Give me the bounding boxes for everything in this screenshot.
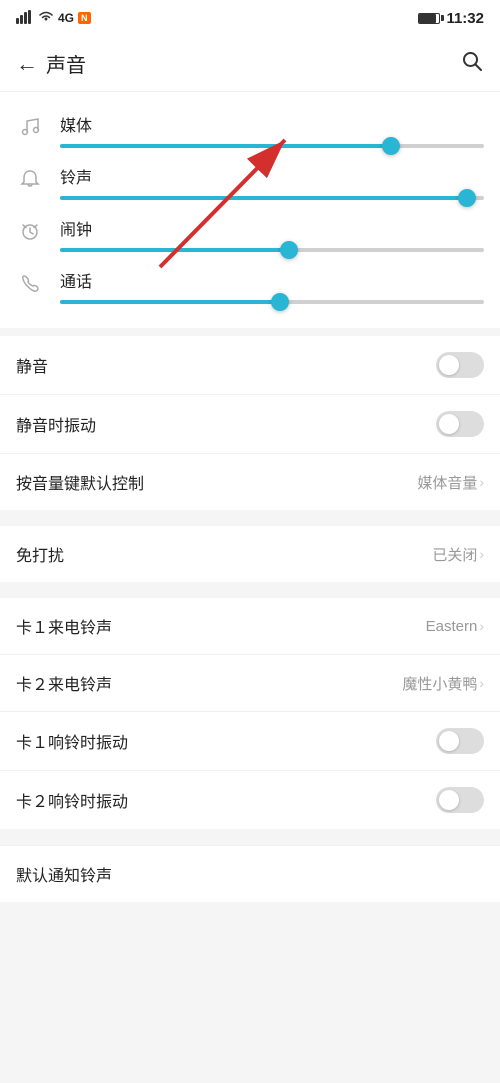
dnd-section: 免打扰 已关闭 › <box>0 526 500 582</box>
sim1-vibrate-toggle-thumb <box>439 731 459 751</box>
phone-icon <box>16 272 44 300</box>
volume-key-value: 媒体音量 › <box>417 472 484 493</box>
vibrate-mute-toggle-thumb <box>439 414 459 434</box>
ringtone-track[interactable] <box>60 196 484 200</box>
sim2-vibrate-toggle-thumb <box>439 790 459 810</box>
ringtone-thumb[interactable] <box>458 189 476 207</box>
sim1-ring-item[interactable]: 卡１来电铃声 Eastern › <box>0 598 500 655</box>
dnd-label: 免打扰 <box>16 542 64 566</box>
signal-icon <box>16 10 34 27</box>
ring-section: 卡１来电铃声 Eastern › 卡２来电铃声 魔性小黄鸭 › 卡１响铃时振动 … <box>0 598 500 829</box>
call-label: 通话 <box>60 268 484 292</box>
dnd-value: 已关闭 › <box>432 544 484 565</box>
wifi-icon <box>38 10 54 26</box>
media-label: 媒体 <box>60 112 484 136</box>
vibrate-mute-label: 静音时振动 <box>16 412 96 436</box>
sim2-ring-chevron: › <box>479 675 484 691</box>
search-button[interactable] <box>460 49 484 79</box>
partial-notification-item[interactable]: 默认通知铃声 <box>0 845 500 902</box>
media-track[interactable] <box>60 144 484 148</box>
music-icon <box>16 116 44 144</box>
volume-key-chevron: › <box>479 474 484 490</box>
sim1-vibrate-toggle[interactable] <box>436 728 484 754</box>
dnd-chevron: › <box>479 546 484 562</box>
header-left: ← 声音 <box>16 49 86 78</box>
separator-1 <box>0 518 500 526</box>
dnd-value-text: 已关闭 <box>432 544 477 565</box>
call-track[interactable] <box>60 300 484 304</box>
ringtone-slider-content: 铃声 <box>60 164 484 200</box>
media-thumb[interactable] <box>382 137 400 155</box>
status-left: 4G N <box>16 10 91 27</box>
sim1-vibrate-label: 卡１响铃时振动 <box>16 729 128 753</box>
dnd-item[interactable]: 免打扰 已关闭 › <box>0 526 500 582</box>
alarm-label: 闹钟 <box>60 216 484 240</box>
toggle-section: 静音 静音时振动 按音量键默认控制 媒体音量 › <box>0 336 500 510</box>
sim2-ring-label: 卡２来电铃声 <box>16 671 112 695</box>
partial-label: 默认通知铃声 <box>16 868 112 885</box>
volume-key-label: 按音量键默认控制 <box>16 470 144 494</box>
mute-label: 静音 <box>16 353 48 377</box>
battery-icon <box>418 13 440 24</box>
sim1-vibrate-item: 卡１响铃时振动 <box>0 712 500 771</box>
app-header: ← 声音 <box>0 36 500 92</box>
volume-key-value-text: 媒体音量 <box>417 472 477 493</box>
mute-toggle-thumb <box>439 355 459 375</box>
sim1-ring-value: Eastern › <box>426 618 484 635</box>
alarm-slider-row: 闹钟 <box>0 208 500 260</box>
vibrate-mute-item: 静音时振动 <box>0 395 500 454</box>
separator-3 <box>0 837 500 845</box>
call-slider-row: 通话 <box>0 260 500 312</box>
ringtone-slider-row: 铃声 <box>0 156 500 208</box>
mute-item: 静音 <box>0 336 500 395</box>
call-slider-content: 通话 <box>60 268 484 304</box>
status-bar: 4G N 11:32 <box>0 0 500 36</box>
volume-key-item[interactable]: 按音量键默认控制 媒体音量 › <box>0 454 500 510</box>
sim2-ring-item[interactable]: 卡２来电铃声 魔性小黄鸭 › <box>0 655 500 712</box>
sliders-section: 媒体 铃声 <box>0 92 500 328</box>
status-right: 11:32 <box>418 10 484 27</box>
alarm-thumb[interactable] <box>280 241 298 259</box>
sim2-vibrate-label: 卡２响铃时振动 <box>16 788 128 812</box>
4g-label: 4G <box>58 11 74 25</box>
sim2-vibrate-toggle[interactable] <box>436 787 484 813</box>
back-button[interactable]: ← <box>16 51 38 77</box>
mute-toggle[interactable] <box>436 352 484 378</box>
media-slider-row: 媒体 <box>0 104 500 156</box>
media-slider-content: 媒体 <box>60 112 484 148</box>
page-title: 声音 <box>46 49 86 78</box>
ringtone-label: 铃声 <box>60 164 484 188</box>
alarm-track[interactable] <box>60 248 484 252</box>
sim2-ring-value-text: 魔性小黄鸭 <box>402 673 477 694</box>
alarm-fill <box>60 248 289 252</box>
vibrate-mute-toggle[interactable] <box>436 411 484 437</box>
sim1-ring-value-text: Eastern <box>426 618 478 635</box>
sim2-ring-value: 魔性小黄鸭 › <box>402 673 484 694</box>
sim1-ring-chevron: › <box>479 618 484 634</box>
nfc-icon: N <box>78 12 91 24</box>
sim2-vibrate-item: 卡２响铃时振动 <box>0 771 500 829</box>
alarm-slider-content: 闹钟 <box>60 216 484 252</box>
call-thumb[interactable] <box>271 293 289 311</box>
alarm-icon <box>16 220 44 248</box>
time-label: 11:32 <box>446 10 484 27</box>
ringtone-fill <box>60 196 467 200</box>
call-fill <box>60 300 280 304</box>
media-fill <box>60 144 391 148</box>
separator-2 <box>0 590 500 598</box>
bell-icon <box>16 168 44 196</box>
sim1-ring-label: 卡１来电铃声 <box>16 614 112 638</box>
